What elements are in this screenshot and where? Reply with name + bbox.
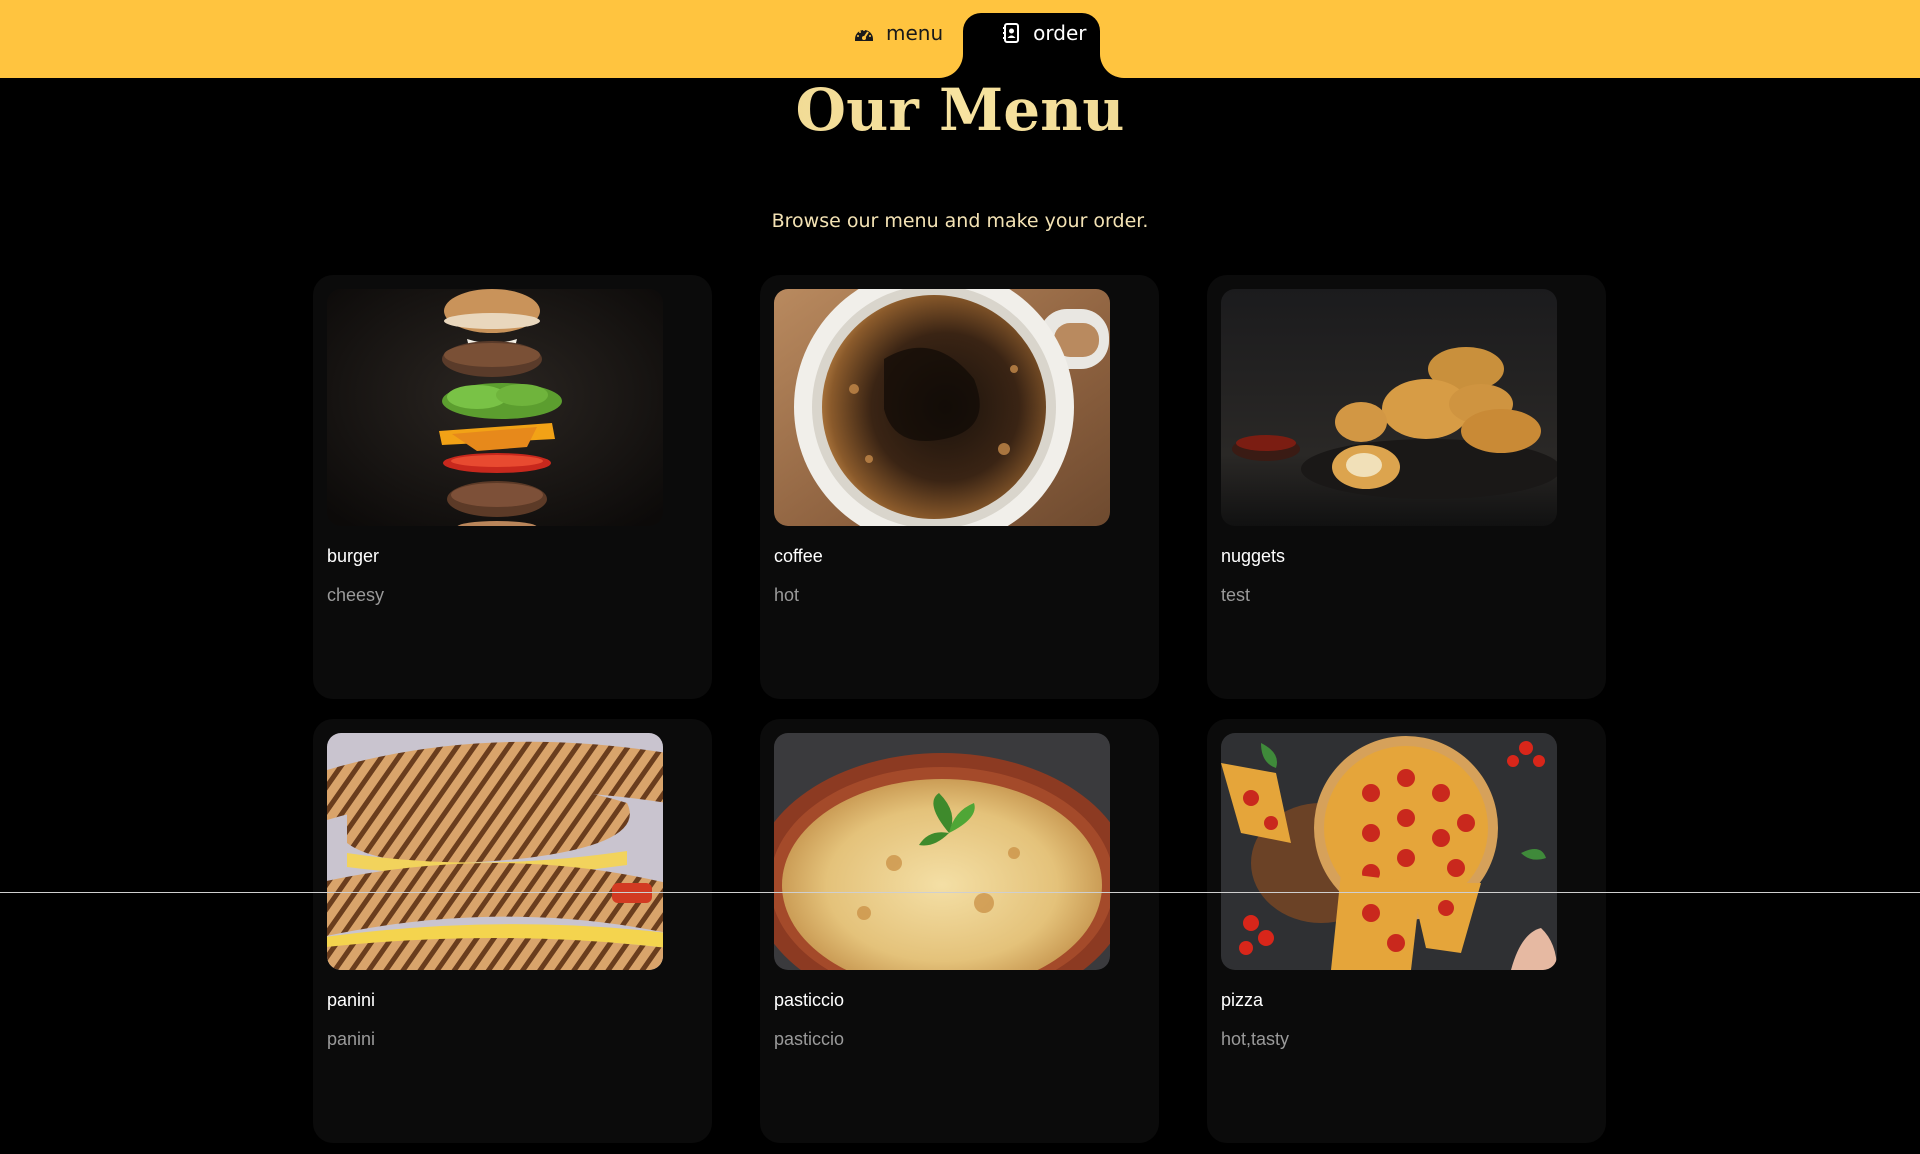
menu-item-name: nuggets <box>1221 546 1286 566</box>
menu-item-name: burger <box>327 546 380 566</box>
burger-photo <box>327 289 663 526</box>
menu-item-description: test <box>1221 585 1251 605</box>
divider-line <box>0 892 1920 893</box>
menu-item-description: panini <box>327 1029 376 1049</box>
pizza-photo <box>1221 733 1557 970</box>
nav-tab-menu[interactable]: menu <box>840 13 955 78</box>
menu-item-description: cheesy <box>327 585 385 605</box>
menu-card[interactable]: coffee hot <box>760 275 1159 699</box>
menu-card[interactable]: panini panini <box>313 719 712 1143</box>
top-navigation-bar: menu order <box>0 0 1920 78</box>
coffee-photo <box>774 289 1110 526</box>
page-subtitle: Browse our menu and make your order. <box>771 210 1149 232</box>
nav-tab-label: menu <box>886 20 944 45</box>
menu-item-name: panini <box>327 990 376 1010</box>
menu-card[interactable]: pasticcio pasticcio <box>760 719 1159 1143</box>
menu-item-name: pasticcio <box>774 990 845 1010</box>
menu-item-description: hot <box>774 585 800 605</box>
contact-book-icon <box>999 21 1023 45</box>
menu-item-description: hot,tasty <box>1221 1029 1290 1049</box>
nav-tabs: menu order <box>840 13 1108 78</box>
panini-photo <box>327 733 663 970</box>
menu-item-name: pizza <box>1221 990 1264 1010</box>
menu-card[interactable]: burger cheesy <box>313 275 712 699</box>
nav-tab-label: order <box>1033 20 1087 45</box>
menu-card[interactable]: nuggets test <box>1207 275 1606 699</box>
nav-tab-order[interactable]: order <box>963 13 1101 78</box>
menu-item-description: pasticcio <box>774 1029 845 1049</box>
menu-card[interactable]: pizza hot,tasty <box>1207 719 1606 1143</box>
menu-grid: burger cheesy coffee hot nuggets test pa… <box>313 275 1607 1143</box>
nuggets-photo <box>1221 289 1557 526</box>
dashboard-icon <box>852 21 876 45</box>
page-title: Our Menu <box>0 78 1920 142</box>
pasticcio-photo <box>774 733 1110 970</box>
menu-item-name: coffee <box>774 546 823 566</box>
